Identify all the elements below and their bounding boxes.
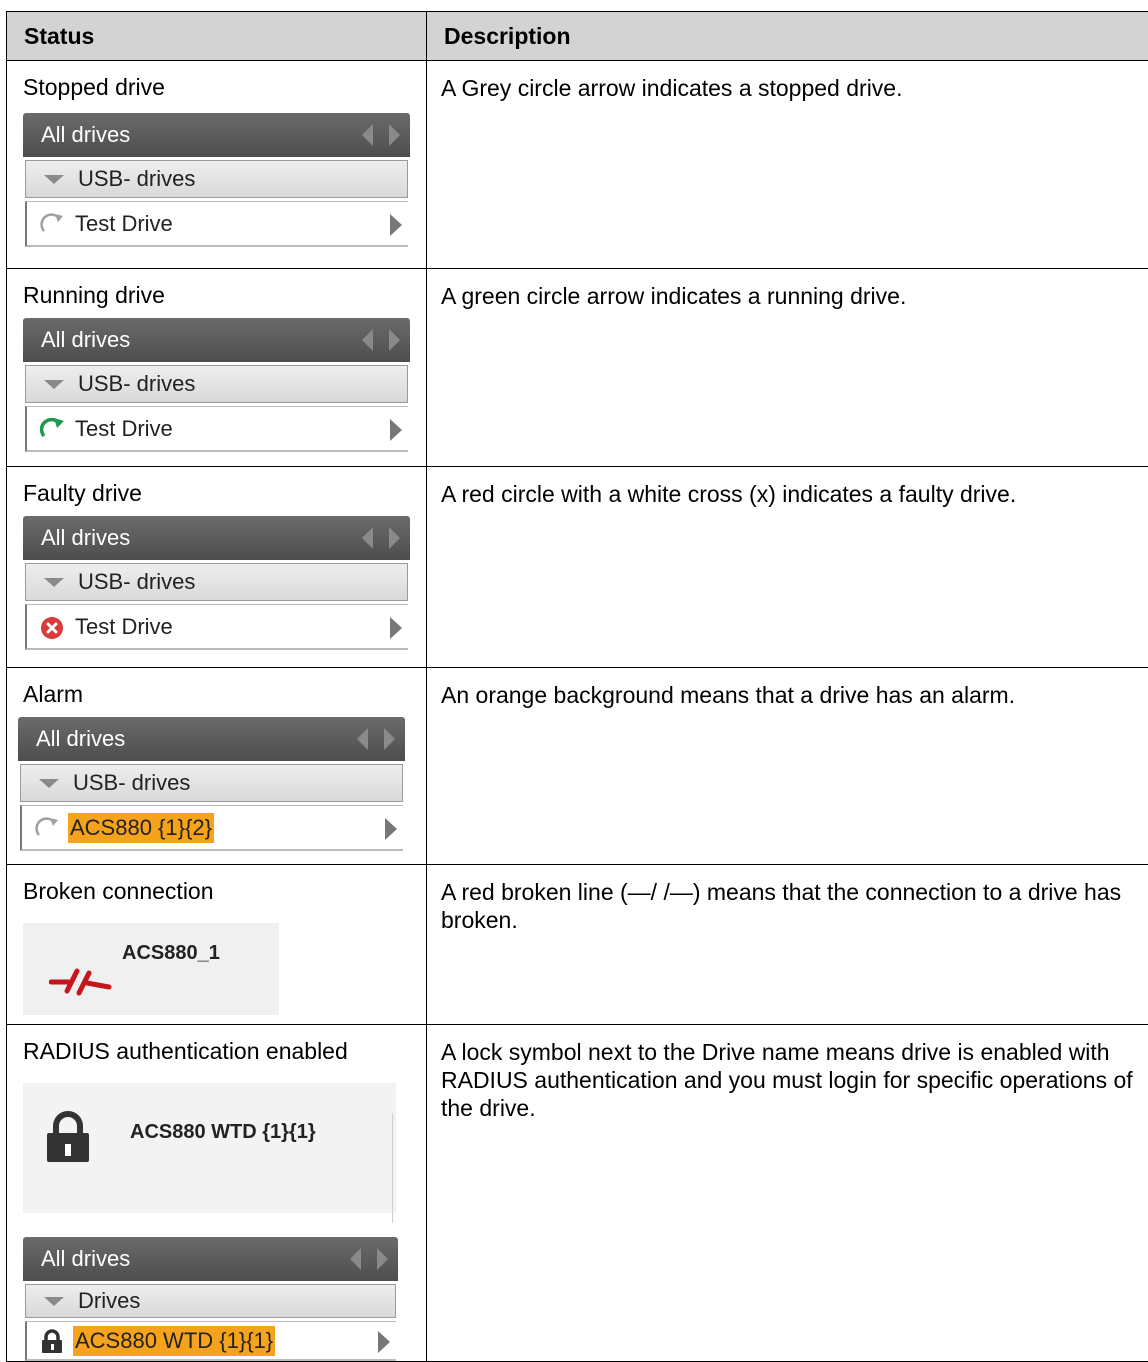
status-cell: Stopped drive All drives USB- drives: [7, 61, 427, 269]
drive-group-row[interactable]: USB- drives: [25, 563, 408, 601]
triangle-down-icon: [44, 1297, 64, 1306]
description-header: Description: [427, 12, 1148, 61]
table-row: Faulty drive All drives USB- drives: [7, 467, 1148, 668]
header-row: Status Description: [7, 12, 1148, 61]
status-cell: RADIUS authentication enabled ACS880 WTD…: [7, 1025, 427, 1362]
panel-header-label: All drives: [41, 525, 130, 551]
status-table: Status Description Stopped drive All dri…: [6, 11, 1148, 1362]
broken-connection-example: ACS880_1: [23, 923, 279, 1015]
panel-header-label: All drives: [41, 1246, 130, 1272]
panel-header-label: All drives: [41, 327, 130, 353]
lock-icon: [45, 1111, 91, 1163]
broken-connection-icon: [49, 967, 113, 997]
panel-header: All drives: [23, 516, 410, 560]
nav-right-icon[interactable]: [389, 527, 400, 549]
drive-label: Test Drive: [75, 211, 173, 237]
description-cell: A Grey circle arrow indicates a stopped …: [427, 61, 1148, 269]
drive-group-row[interactable]: USB- drives: [25, 365, 408, 403]
table-row: Running drive All drives USB- drives: [7, 269, 1148, 467]
status-label: Broken connection: [23, 878, 426, 905]
drive-label: Test Drive: [75, 614, 173, 640]
drive-tree-panel: All drives USB- drives Test Drive: [23, 318, 410, 452]
chevron-right-icon[interactable]: [390, 617, 402, 639]
table-row: Stopped drive All drives USB- drives: [7, 61, 1148, 269]
panel-header-label: All drives: [41, 122, 130, 148]
grey-circle-arrow-icon: [34, 815, 60, 841]
nav-left-icon[interactable]: [362, 124, 373, 146]
group-label: USB- drives: [78, 166, 195, 192]
drive-tree-panel: All drives USB- drives Test Drive: [23, 516, 410, 650]
drive-row[interactable]: Test Drive: [25, 604, 408, 650]
drive-tree-panel: All drives USB- drives ACS880 {1}{2}: [18, 717, 405, 851]
drive-label: Test Drive: [75, 416, 173, 442]
panel-header: All drives: [23, 113, 410, 157]
status-cell: Broken connection ACS880_1: [7, 865, 427, 1025]
panel-header: All drives: [23, 1237, 398, 1281]
description-cell: A red broken line (—/ /—) means that the…: [427, 865, 1148, 1025]
nav-right-icon[interactable]: [377, 1248, 388, 1270]
chevron-right-icon[interactable]: [378, 1331, 390, 1353]
chevron-right-icon[interactable]: [390, 419, 402, 441]
status-header: Status: [7, 12, 427, 61]
status-label: Stopped drive: [23, 74, 426, 101]
status-label: Faulty drive: [23, 480, 426, 507]
status-label: RADIUS authentication enabled: [23, 1038, 426, 1065]
status-label: Running drive: [23, 282, 426, 309]
triangle-down-icon: [44, 175, 64, 184]
group-label: USB- drives: [78, 569, 195, 595]
table-row: Alarm All drives USB- drives: [7, 668, 1148, 865]
drive-row[interactable]: ACS880 WTD {1}{1}: [25, 1321, 396, 1361]
triangle-down-icon: [39, 779, 59, 788]
drive-name: ACS880_1: [122, 942, 220, 965]
triangle-down-icon: [44, 578, 64, 587]
drive-group-row[interactable]: USB- drives: [25, 160, 408, 198]
drive-row[interactable]: ACS880 {1}{2}: [20, 805, 403, 851]
description-cell: A lock symbol next to the Drive name mea…: [427, 1025, 1148, 1362]
status-cell: Faulty drive All drives USB- drives: [7, 467, 427, 668]
status-cell: Alarm All drives USB- drives: [7, 668, 427, 865]
table-row: Broken connection ACS880_1 A red broken …: [7, 865, 1148, 1025]
radius-lock-example: ACS880 WTD {1}{1}: [23, 1083, 396, 1213]
description-cell: An orange background means that a drive …: [427, 668, 1148, 865]
drive-name: ACS880 WTD {1}{1}: [130, 1121, 316, 1144]
drive-label-alarm: ACS880 WTD {1}{1}: [73, 1326, 275, 1356]
drive-row[interactable]: Test Drive: [25, 201, 408, 247]
group-label: Drives: [78, 1288, 140, 1314]
triangle-down-icon: [44, 380, 64, 389]
drive-tree-panel: All drives Drives ACS880 WTD {1}{1}: [23, 1237, 398, 1361]
panel-header: All drives: [18, 717, 405, 761]
red-cross-circle-icon: [39, 614, 65, 640]
drive-tree-panel: All drives USB- drives Test Drive: [23, 113, 410, 247]
nav-left-icon[interactable]: [350, 1248, 361, 1270]
drive-row[interactable]: Test Drive: [25, 406, 408, 452]
nav-right-icon[interactable]: [389, 329, 400, 351]
nav-right-icon[interactable]: [389, 124, 400, 146]
drive-label-alarm: ACS880 {1}{2}: [68, 813, 214, 843]
chevron-right-icon[interactable]: [385, 818, 397, 840]
status-cell: Running drive All drives USB- drives: [7, 269, 427, 467]
nav-right-icon[interactable]: [384, 728, 395, 750]
description-cell: A green circle arrow indicates a running…: [427, 269, 1148, 467]
grey-circle-arrow-icon: [39, 211, 65, 237]
drive-group-row[interactable]: USB- drives: [20, 764, 403, 802]
lock-icon: [39, 1328, 65, 1354]
nav-left-icon[interactable]: [362, 527, 373, 549]
nav-left-icon[interactable]: [362, 329, 373, 351]
nav-left-icon[interactable]: [357, 728, 368, 750]
divider: [392, 1113, 393, 1223]
status-label: Alarm: [23, 681, 426, 708]
panel-header: All drives: [23, 318, 410, 362]
description-cell: A red circle with a white cross (x) indi…: [427, 467, 1148, 668]
drive-group-row[interactable]: Drives: [25, 1284, 396, 1318]
group-label: USB- drives: [78, 371, 195, 397]
panel-header-label: All drives: [36, 726, 125, 752]
chevron-right-icon[interactable]: [390, 214, 402, 236]
table-row: RADIUS authentication enabled ACS880 WTD…: [7, 1025, 1148, 1362]
green-circle-arrow-icon: [39, 416, 65, 442]
group-label: USB- drives: [73, 770, 190, 796]
